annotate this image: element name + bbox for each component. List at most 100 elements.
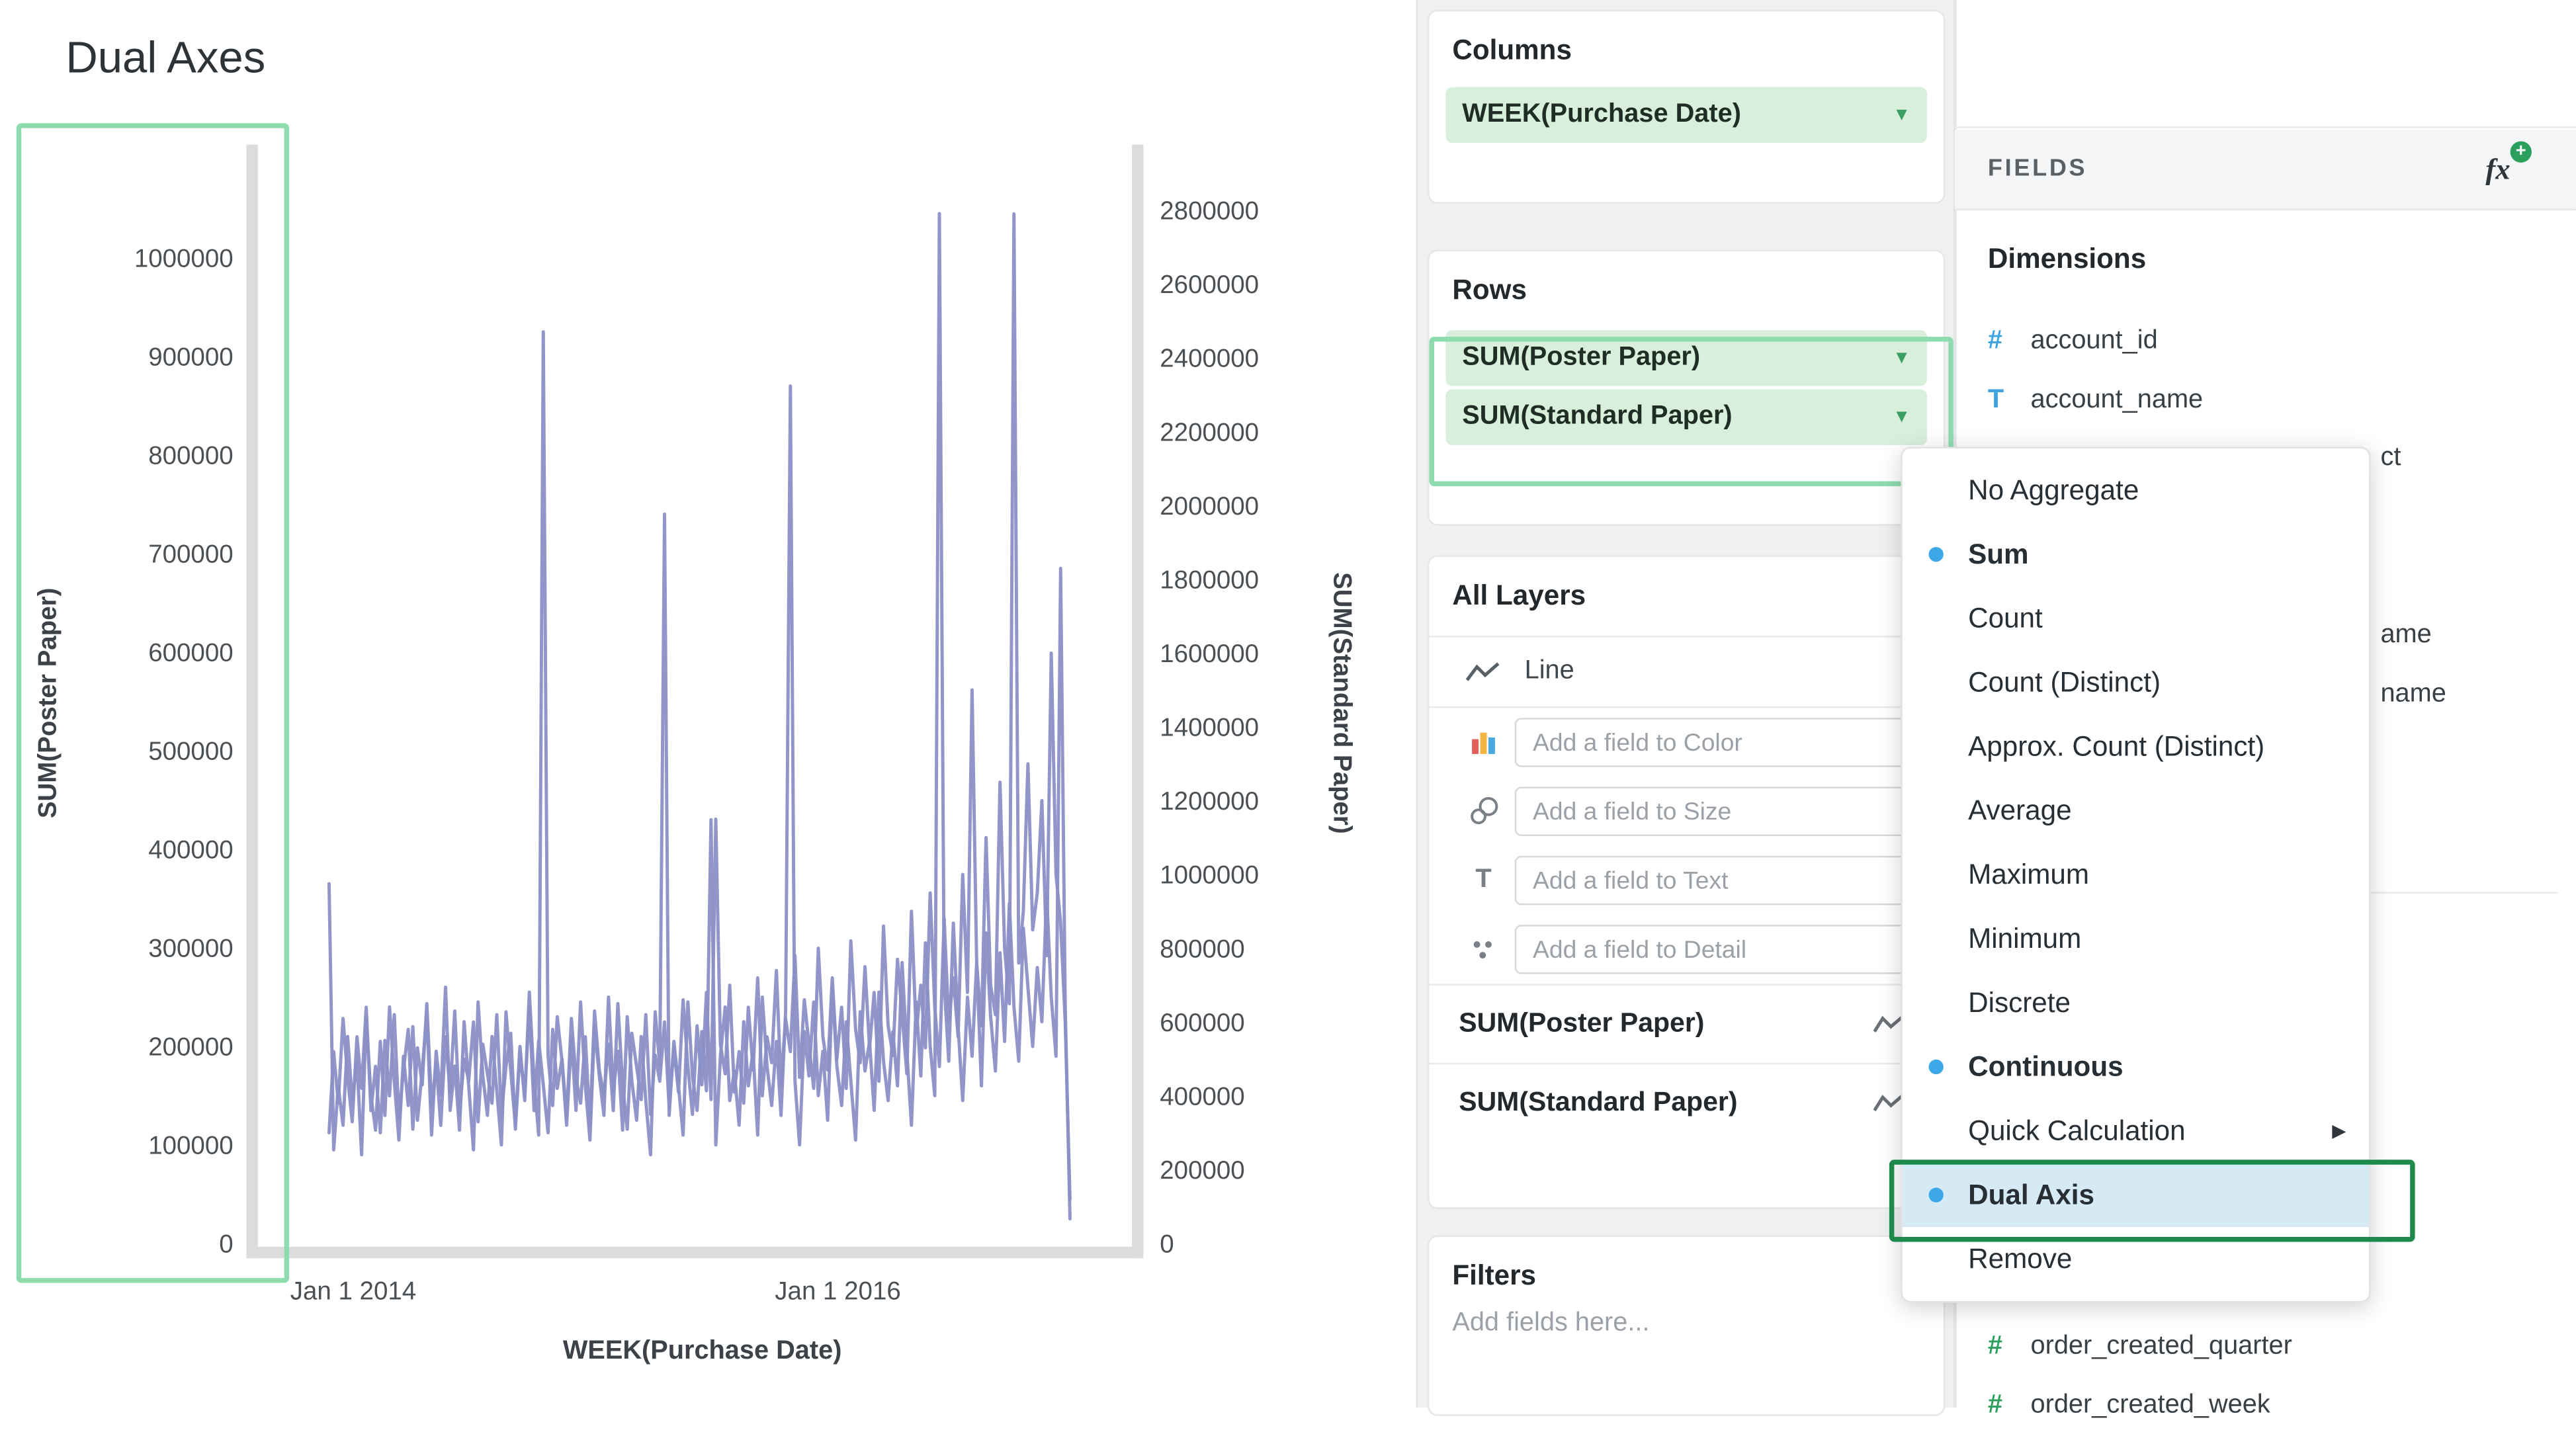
drop-input-add-a-field-to-detail[interactable] [1515,925,1929,974]
submenu-arrow-icon: ▶ [2332,1120,2346,1142]
left-axis-line [247,145,258,1259]
layer-measure-sum-standard-paper[interactable]: SUM(Standard Paper)▾ [1430,1064,1944,1142]
encoding-drop-rows: T [1430,708,1944,984]
mark-type-label: Line [1525,657,1574,687]
menu-item-label: No Aggregate [1968,474,2139,507]
text-icon: T [1465,866,1502,896]
left-axis-tick: 100000 [148,1132,233,1160]
shelf-pill-sum-poster-paper[interactable]: SUM(Poster Paper)▼ [1445,330,1927,386]
menu-item-approx-count-distinct[interactable]: Approx. Count (Distinct) [1903,714,2369,779]
right-axis-tick: 800000 [1160,935,1244,963]
menu-item-average[interactable]: Average [1903,779,2369,843]
dimensions-section-title: Dimensions [1988,243,2146,276]
right-axis-tick: 2000000 [1160,492,1259,521]
obscured-field-fragment[interactable]: ct [2380,444,2401,474]
right-axis-tick: 1600000 [1160,640,1259,668]
x-axis-line [247,1247,1144,1258]
x-axis-title: WEEK(Purchase Date) [563,1335,842,1365]
menu-item-remove[interactable]: Remove [1903,1227,2369,1291]
menu-item-dual-axis[interactable]: Dual Axis [1903,1163,2369,1227]
right-axis-tick: 2800000 [1160,197,1259,226]
app-root: Dual Axes 010000020000030000040000050000… [0,0,2576,1408]
drop-row-color [1430,708,1944,777]
right-axis-tick: 600000 [1160,1009,1244,1037]
right-axis-tick: 1800000 [1160,566,1259,594]
field-item-order-created-quarter[interactable]: #order_created_quarter [1988,1318,2292,1376]
right-axis-tick: 2200000 [1160,418,1259,446]
layer-measure-sum-poster-paper[interactable]: SUM(Poster Paper)▾ [1430,986,1944,1063]
field-label: account_id [2030,327,2157,357]
left-axis-tick: 500000 [148,738,233,766]
right-axis-title: SUM(Standard Paper) [1328,572,1357,834]
field-label: order_created_quarter [2030,1332,2292,1362]
pill-label: SUM(Standard Paper) [1462,402,1732,432]
drop-row-text: T [1430,846,1944,915]
right-axis-line [1132,145,1143,1259]
right-axis-tick: 200000 [1160,1156,1244,1185]
left-axis-tick: 700000 [148,540,233,569]
left-axis-tick: 900000 [148,343,233,372]
menu-item-count-distinct[interactable]: Count (Distinct) [1903,650,2369,714]
left-axis-tick: 600000 [148,639,233,667]
field-label: account_name [2030,386,2203,416]
fields-header-label: FIELDS [1988,156,2087,183]
menu-item-quick-calculation[interactable]: Quick Calculation▶ [1903,1099,2369,1163]
field-label: order_created_week [2030,1391,2270,1421]
fields-header-band: FIELDS fx+ [1955,130,2576,210]
mark-type-row[interactable]: Line [1430,638,1944,706]
filters-drop-area[interactable]: Add fields here... [1430,1292,1944,1339]
drop-input-add-a-field-to-text[interactable] [1515,856,1929,906]
selected-dot-icon [1929,547,1944,562]
rows-pill-list: SUM(Poster Paper)▼ SUM(Standard Paper) ▼ [1430,330,1944,445]
aggregate-context-menu: No Aggregate SumCount Count (Distinct) Appr… [1901,446,2370,1302]
left-axis-title: SUM(Poster Paper) [33,588,62,819]
menu-item-maximum[interactable]: Maximum [1903,843,2369,907]
filters-card: Filters Add fields here... [1428,1236,1945,1416]
filters-title: Filters [1430,1237,1944,1292]
right-axis-tick: 2600000 [1160,271,1259,299]
drop-row-detail [1430,915,1944,984]
number-field-icon: # [1988,327,2031,357]
right-axis-tick: 1400000 [1160,714,1259,742]
menu-item-discrete[interactable]: Discrete [1903,971,2369,1035]
shelf-pill-sum-standard-paper[interactable]: SUM(Standard Paper) ▼ [1445,390,1927,445]
obscured-field-fragment[interactable]: name [2380,680,2446,710]
left-axis-tick: 400000 [148,836,233,865]
all-layers-card: All Layers Line T SUM(Poster Paper)▾SUM(… [1428,555,1945,1208]
menu-item-label: Continuous [1968,1050,2123,1083]
drop-input-add-a-field-to-color[interactable] [1515,718,1929,767]
menu-item-minimum[interactable]: Minimum [1903,907,2369,971]
columns-shelf-title: Columns [1430,11,1944,67]
all-layers-title: All Layers [1430,557,1944,612]
field-item-order-created-week[interactable]: #order_created_week [1988,1376,2270,1435]
drop-input-add-a-field-to-size[interactable] [1515,787,1929,837]
size-icon [1465,796,1502,826]
menu-item-label: Count (Distinct) [1968,666,2161,699]
field-item-account-id[interactable]: #account_id [1988,312,2158,371]
right-axis-tick: 400000 [1160,1082,1244,1111]
obscured-field-fragment[interactable]: ame [2380,621,2431,651]
menu-item-count[interactable]: Count [1903,587,2369,651]
menu-item-sum[interactable]: Sum [1903,523,2369,587]
shelf-panel: Columns WEEK(Purchase Date)▼ Rows SUM(Po… [1416,0,1955,1408]
columns-shelf: Columns WEEK(Purchase Date)▼ [1428,10,1945,204]
plus-icon: + [2511,140,2532,161]
menu-item-label: Discrete [1968,986,2071,1019]
left-axis-tick: 300000 [148,935,233,963]
rows-shelf-title: Rows [1430,251,1944,307]
chevron-down-icon[interactable]: ▼ [1893,407,1911,427]
selected-dot-icon [1929,1187,1944,1202]
left-axis-tick: 1000000 [134,245,234,273]
add-formula-button[interactable]: fx+ [2485,152,2510,187]
chart-panel: Dual Axes 010000020000030000040000050000… [0,0,1416,1408]
chevron-down-icon[interactable]: ▼ [1893,348,1911,368]
number-field-icon: # [1988,1391,2031,1421]
shelf-pill-week-purchase-date[interactable]: WEEK(Purchase Date)▼ [1445,87,1927,143]
dual-axis-line-chart[interactable]: 0100000200000300000400000500000600000700… [0,0,1416,1408]
field-item-account-name[interactable]: Taccount_name [1988,371,2203,430]
menu-item-no-aggregate[interactable]: No Aggregate [1903,458,2369,523]
chevron-down-icon[interactable]: ▼ [1893,105,1911,125]
menu-item-continuous[interactable]: Continuous [1903,1035,2369,1099]
left-axis-tick: 200000 [148,1033,233,1062]
right-axis-tick: 1200000 [1160,787,1259,816]
